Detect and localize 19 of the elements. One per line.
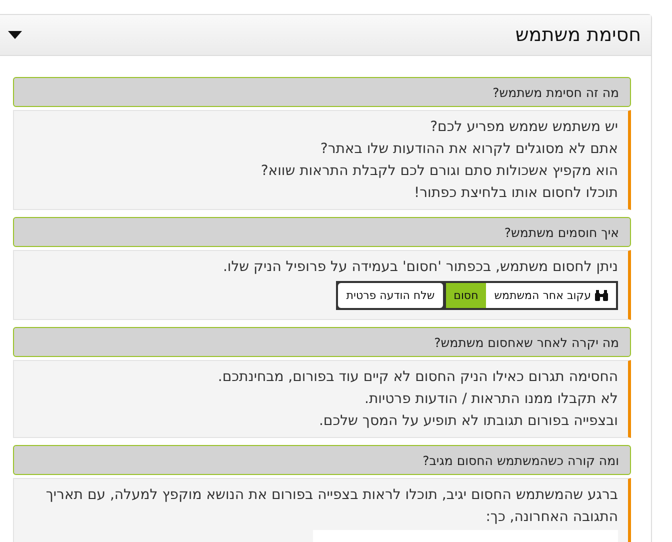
question-text: מה יקרה לאחר שאחסום משתמש? bbox=[434, 334, 619, 350]
panel-title: חסימת משתמש bbox=[515, 24, 641, 46]
question-text: ומה קורה כשהמשתמש החסום מגיב? bbox=[422, 452, 619, 468]
answer-text: יש משתמש שממש מפריע לכם? bbox=[429, 118, 618, 137]
question-text: מה זה חסימת משתמש? bbox=[492, 84, 619, 100]
question-text: איך חוסמים משתמש? bbox=[504, 224, 619, 240]
follow-button[interactable]: עקוב אחר המשתמש bbox=[486, 283, 616, 308]
answer-text: הוא מקפיץ אשכולות סתם וגורם לכם לקבלת התראות שווא? bbox=[260, 162, 618, 181]
answer-text: החסימה תגרום כאילו הניק החסום לא קיים עוד בפורום, מבחינתכם. bbox=[216, 368, 618, 387]
answer-text: ברגע שהמשתמש החסום יגיב, תוכלו לראות בצפייה בפורום את הנושא מוקפץ למעלה, עם תאריך התגובה האחרונה, כך: bbox=[44, 486, 618, 527]
message-button[interactable]: שלח הודעה פרטית bbox=[338, 283, 443, 308]
answer-text: לא תקבלו ממנו התראות / הודעות פרטיות. bbox=[364, 390, 618, 409]
answer-text: ניתן לחסום משתמש, בכפתור 'חסום' בעמידה על פרופיל הניק שלו. bbox=[222, 258, 618, 277]
binoculars-icon bbox=[595, 290, 608, 301]
answer-text: ובצפייה בפורום תגובתו לא תופיע על המסך שלכם. bbox=[318, 412, 618, 431]
caret-icon[interactable] bbox=[8, 31, 22, 39]
answer-text: אתם לא מסוגלים לקרוא את ההודעות שלו באתר? bbox=[319, 140, 618, 159]
answer-text: תוכלו לחסום אותו בלחיצת כפתור! bbox=[413, 184, 618, 203]
block-button[interactable]: חסום bbox=[446, 283, 486, 308]
